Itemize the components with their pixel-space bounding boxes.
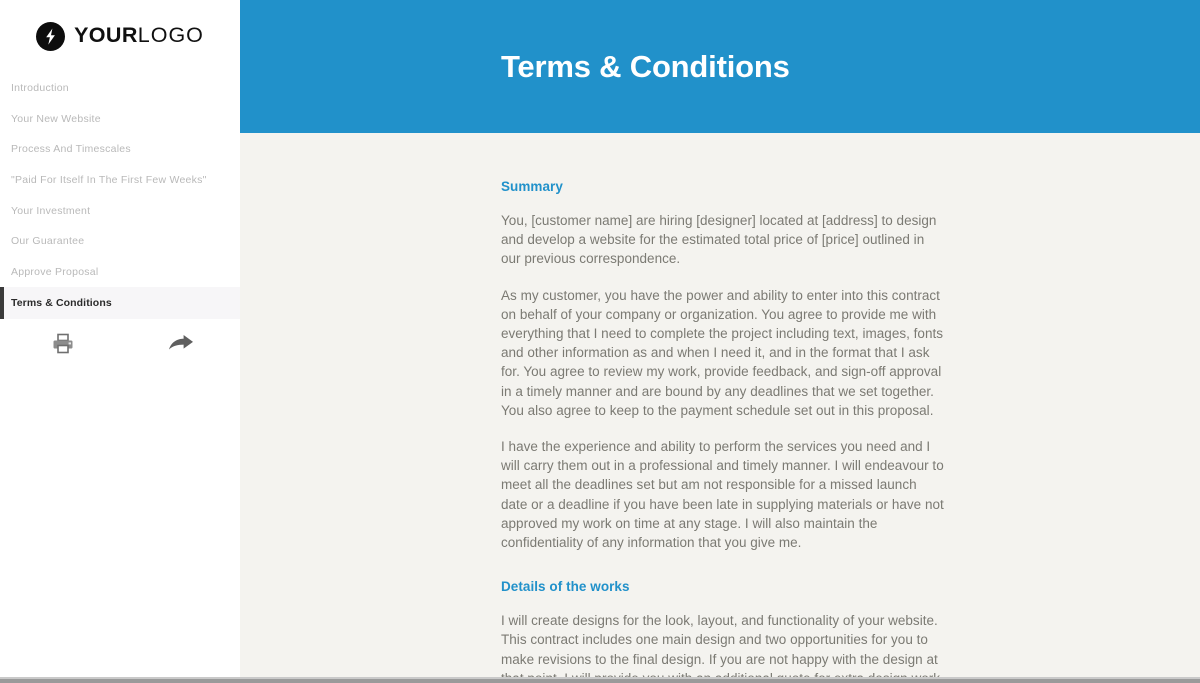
- lightning-bolt-icon: [36, 21, 66, 51]
- paragraph: As my customer, you have the power and a…: [501, 287, 944, 418]
- page-banner: Terms & Conditions: [240, 0, 1200, 133]
- document-body: Summary You, [customer name] are hiring …: [240, 179, 1200, 683]
- sidebar-item-label: Our Guarantee: [11, 235, 85, 248]
- logo-text: YOURLOGO: [74, 25, 204, 47]
- sidebar-item-your-investment[interactable]: Your Investment: [0, 195, 240, 226]
- share-button[interactable]: [122, 334, 240, 354]
- sidebar-item-label: Your New Website: [11, 112, 101, 125]
- paragraph: You, [customer name] are hiring [designe…: [501, 213, 937, 267]
- sidebar-nav: Introduction Your New Website Process An…: [0, 73, 240, 320]
- sidebar-item-label: Approve Proposal: [11, 265, 99, 278]
- logo-bold-text: YOUR: [74, 23, 138, 48]
- paragraph: I have the experience and ability to per…: [501, 439, 944, 551]
- section-heading-details-of-the-works: Details of the works: [501, 579, 630, 595]
- sidebar-item-label: Your Investment: [11, 204, 91, 217]
- viewport-bottom-edge: [0, 677, 1200, 683]
- logo[interactable]: YOURLOGO: [0, 0, 240, 68]
- main-content: Terms & Conditions Summary You, [custome…: [240, 0, 1200, 683]
- forward-arrow-icon: [168, 334, 194, 354]
- page-title: Terms & Conditions: [501, 48, 790, 84]
- sidebar-item-paid-for-itself[interactable]: "Paid For Itself In The First Few Weeks": [0, 165, 240, 196]
- sidebar-item-label: Introduction: [11, 82, 69, 95]
- sidebar-item-label: "Paid For Itself In The First Few Weeks": [11, 174, 207, 187]
- sidebar-tools: [0, 333, 240, 354]
- print-button[interactable]: [4, 333, 122, 354]
- sidebar-item-terms-and-conditions[interactable]: Terms & Conditions: [0, 287, 240, 320]
- paragraph: I will create designs for the look, layo…: [501, 613, 940, 683]
- sidebar-item-label: Terms & Conditions: [11, 297, 112, 310]
- sidebar-item-label: Process And Timescales: [11, 143, 131, 156]
- sidebar-item-approve-proposal[interactable]: Approve Proposal: [0, 257, 240, 288]
- printer-icon: [52, 333, 74, 354]
- sidebar-item-our-guarantee[interactable]: Our Guarantee: [0, 226, 240, 257]
- sidebar-item-introduction[interactable]: Introduction: [0, 73, 240, 104]
- logo-light-text: LOGO: [137, 23, 204, 48]
- sidebar-item-process-and-timescales[interactable]: Process And Timescales: [0, 134, 240, 165]
- section-heading-summary: Summary: [501, 179, 563, 194]
- app-root: YOURLOGO Introduction Your New Website P…: [0, 0, 1200, 683]
- sidebar-item-your-new-website[interactable]: Your New Website: [0, 104, 240, 135]
- sidebar: YOURLOGO Introduction Your New Website P…: [0, 0, 240, 683]
